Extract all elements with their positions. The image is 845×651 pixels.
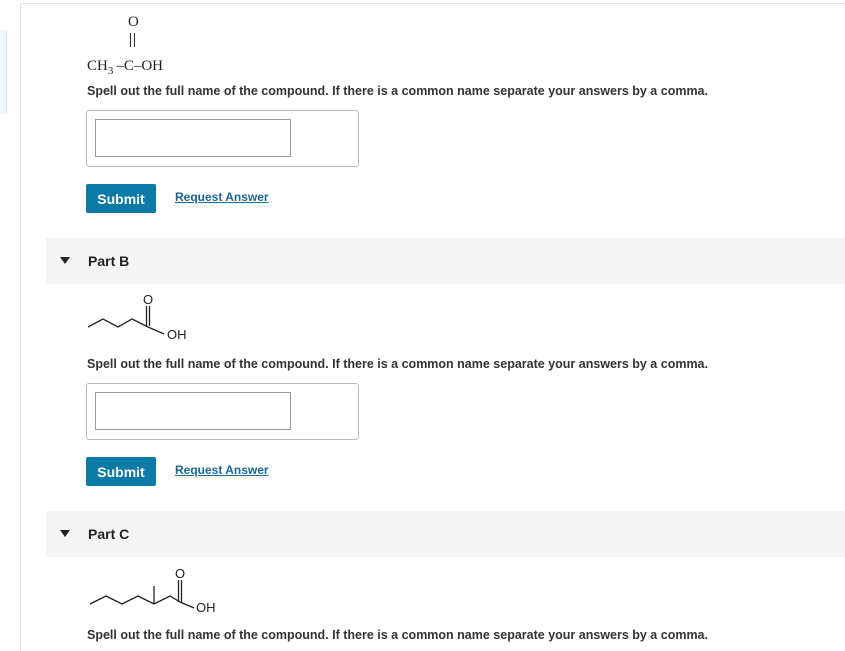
part-a-instruction: Spell out the full name of the compound.… bbox=[87, 84, 708, 98]
part-a-answer-container bbox=[86, 110, 359, 167]
c-o-bond bbox=[179, 601, 195, 609]
part-c-title: Part C bbox=[88, 526, 130, 542]
side-panel-edge bbox=[0, 30, 7, 114]
branched-acid-structure: O OH bbox=[89, 566, 216, 615]
part-a-submit-button[interactable]: Submit bbox=[86, 184, 156, 213]
part-b-answer-container bbox=[86, 383, 359, 440]
part-b-request-answer-link[interactable]: Request Answer bbox=[175, 463, 269, 477]
part-a-request-answer-link[interactable]: Request Answer bbox=[175, 190, 269, 204]
acetic-acid-structure: O CH3 –C–OH bbox=[86, 14, 196, 78]
part-c-header[interactable]: Part C bbox=[46, 511, 845, 557]
carbonyl-oxygen: O bbox=[128, 14, 139, 30]
part-b-answer-input[interactable] bbox=[95, 392, 291, 430]
part-c-instruction: Spell out the full name of the compound.… bbox=[87, 628, 708, 642]
carbonyl-oxygen: O bbox=[175, 566, 185, 581]
part-b-title: Part B bbox=[88, 253, 130, 269]
butanoic-acid-structure: O OH bbox=[87, 292, 187, 342]
carbon-chain bbox=[89, 595, 181, 605]
c-o-bond bbox=[147, 326, 165, 335]
top-divider bbox=[20, 3, 845, 4]
carbon-chain bbox=[87, 318, 149, 328]
hydroxyl-label: OH bbox=[196, 600, 216, 615]
part-b-header[interactable]: Part B bbox=[46, 238, 845, 284]
hydroxyl-label: OH bbox=[167, 327, 187, 342]
carbonyl-oxygen: O bbox=[143, 292, 153, 307]
double-bond bbox=[130, 33, 135, 47]
caret-down-icon[interactable] bbox=[60, 257, 70, 264]
part-b-instruction: Spell out the full name of the compound.… bbox=[87, 357, 708, 371]
part-a-answer-input[interactable] bbox=[95, 119, 291, 157]
caret-down-icon[interactable] bbox=[60, 530, 70, 537]
condensed-formula: CH3 –C–OH bbox=[87, 58, 164, 77]
part-b-submit-button[interactable]: Submit bbox=[86, 457, 156, 486]
left-border bbox=[20, 4, 21, 651]
